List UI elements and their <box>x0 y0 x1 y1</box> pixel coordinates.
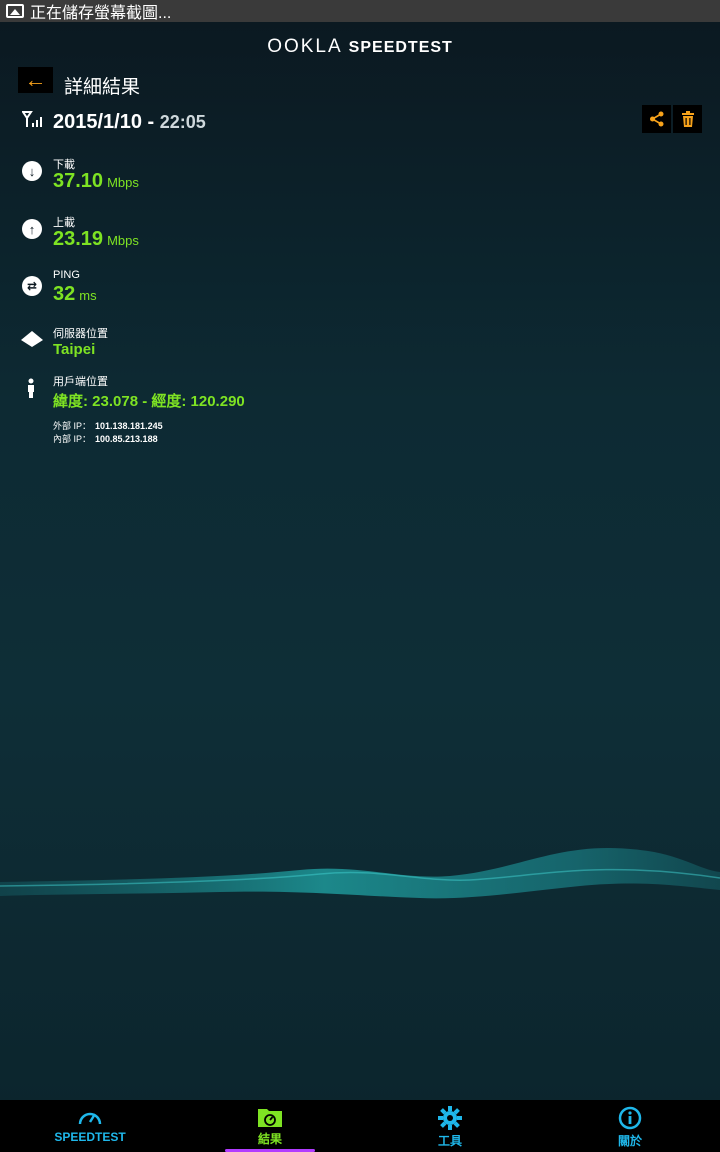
share-icon <box>649 111 663 127</box>
nav-results[interactable]: 結果 <box>180 1100 360 1152</box>
internal-ip: 內部 IP： 100.85.213.188 <box>53 434 158 444</box>
page-title: 詳細結果 <box>64 77 141 98</box>
arrow-left-icon: ← <box>24 67 47 92</box>
download-value: 37.10 Mbps <box>53 170 139 192</box>
external-ip: 外部 IP： 101.138.181.245 <box>53 421 163 431</box>
status-bar: 正在儲存螢幕截圖... <box>0 0 720 22</box>
bottom-navigation: SPEEDTEST 結果 工具 關於 <box>0 1100 720 1152</box>
nav-tools[interactable]: 工具 <box>360 1100 540 1152</box>
download-metric: ↓ 下載 37.10 Mbps <box>0 158 400 198</box>
server-location: 伺服器位置 Taipei <box>0 328 400 362</box>
ping-metric: ⇄ PING 32 ms <box>0 269 400 313</box>
nav-about[interactable]: 關於 <box>540 1100 720 1152</box>
back-button[interactable]: ← <box>18 67 53 93</box>
ping-exchange-icon: ⇄ <box>22 276 42 296</box>
speedometer-icon <box>78 1112 102 1125</box>
trash-icon <box>681 111 694 127</box>
upload-metric: ↑ 上載 23.19 Mbps <box>0 216 400 256</box>
share-button[interactable] <box>642 105 671 133</box>
person-icon <box>28 378 34 398</box>
background-wave <box>0 847 720 899</box>
info-icon <box>618 1106 642 1130</box>
result-actions <box>642 105 702 133</box>
server-pin-icon <box>21 331 43 347</box>
client-location: 用戶端位置 緯度: 23.078 - 經度: 120.290 <box>0 376 400 410</box>
gear-icon <box>438 1106 462 1130</box>
upload-arrow-icon: ↑ <box>22 219 42 239</box>
status-text: 正在儲存螢幕截圖... <box>30 5 172 22</box>
nav-speedtest[interactable]: SPEEDTEST <box>0 1100 180 1152</box>
results-folder-icon <box>258 1109 282 1127</box>
brand-logo: OOKLA SPEEDTEST <box>267 36 453 57</box>
signal-antenna-icon <box>22 111 42 127</box>
upload-value: 23.19 Mbps <box>53 228 139 250</box>
ping-value: 32 ms <box>53 283 97 305</box>
download-arrow-icon: ↓ <box>22 161 42 181</box>
result-datetime: 2015/1/10 - 22:05 <box>53 111 206 133</box>
delete-button[interactable] <box>673 105 702 133</box>
image-icon <box>6 4 24 18</box>
